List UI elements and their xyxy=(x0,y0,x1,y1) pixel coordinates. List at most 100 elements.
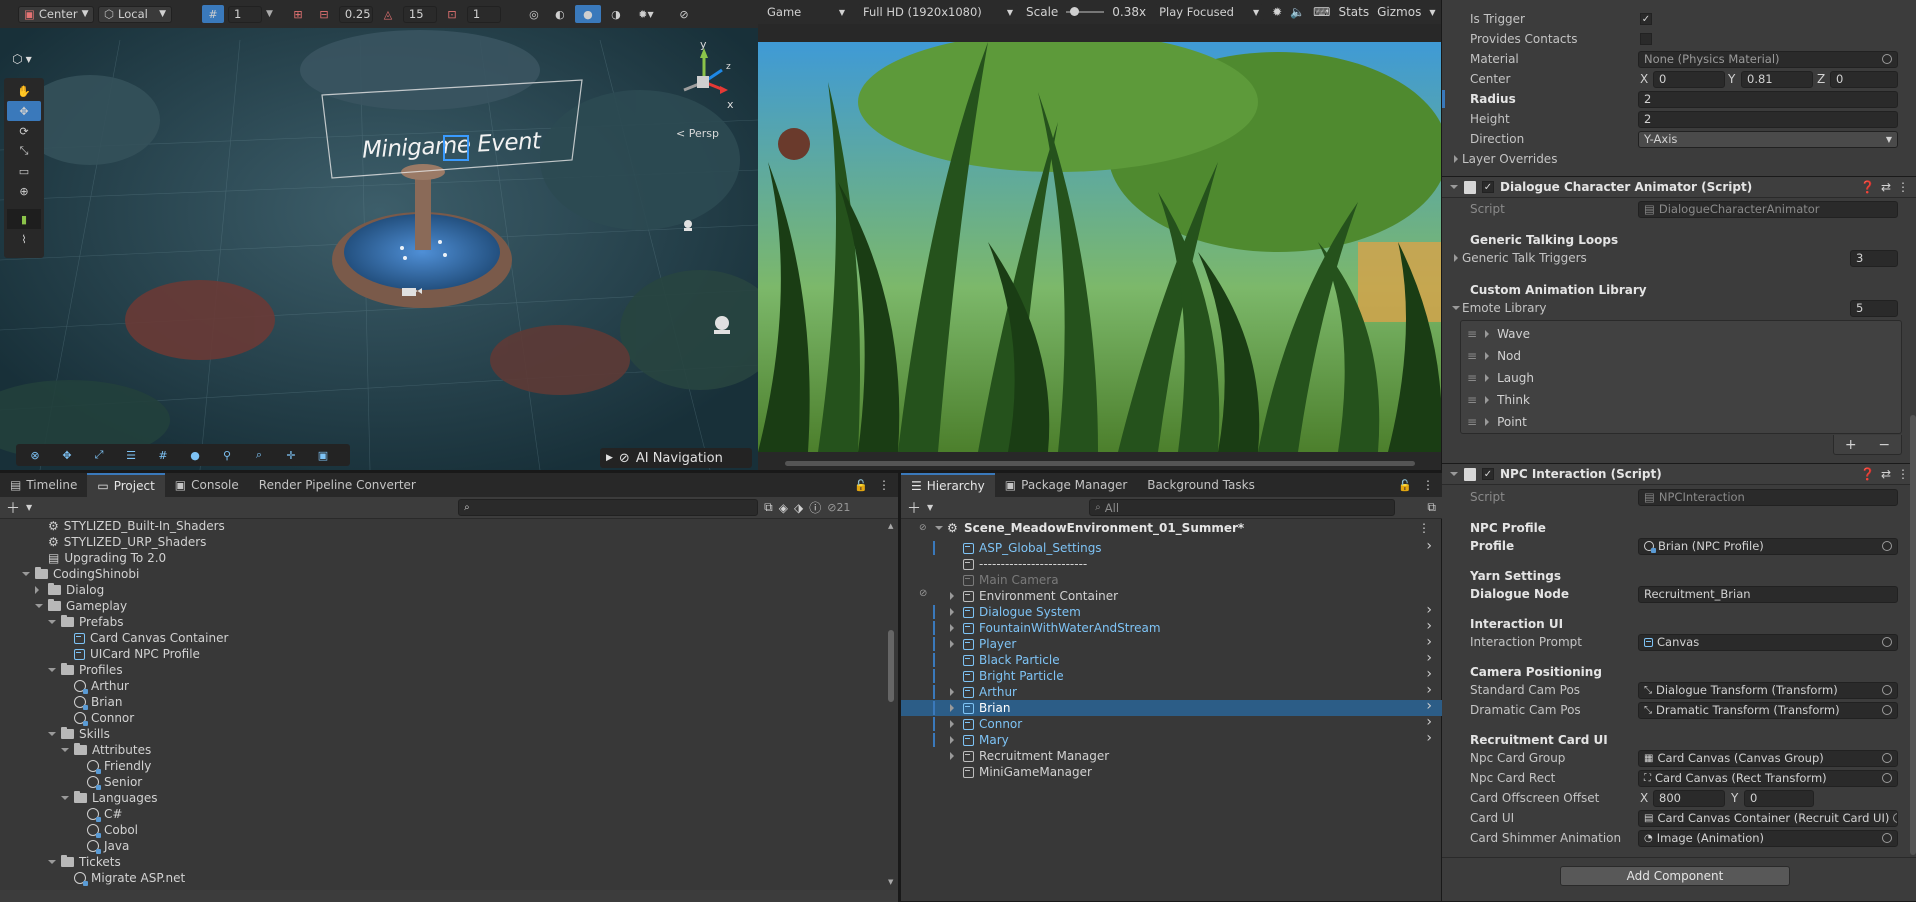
drag-handle-icon[interactable]: ≡ xyxy=(1467,327,1477,341)
project-search-input[interactable]: ⌕ xyxy=(458,499,759,516)
scale-snap-field[interactable]: 1 xyxy=(466,5,501,23)
expand-arrow-icon[interactable] xyxy=(35,586,43,594)
create-button[interactable]: ＋ xyxy=(6,498,20,518)
lighting-toggle[interactable]: ● xyxy=(574,5,601,23)
lock-icon[interactable]: 🔓 xyxy=(854,479,868,492)
expand-arrow-icon[interactable] xyxy=(950,624,958,632)
nav-tool-7[interactable]: ⚲ xyxy=(212,446,242,464)
drag-handle-icon[interactable]: ≡ xyxy=(1467,393,1477,407)
profile-field[interactable]: Brian (NPC Profile) xyxy=(1638,537,1898,555)
hierarchy-item[interactable]: MiniGameManager xyxy=(950,764,1092,780)
nav-tool-1[interactable]: ⊗ xyxy=(20,446,50,464)
hierarchy-item[interactable]: Connor xyxy=(950,716,1022,732)
open-prefab-arrow-icon[interactable]: › xyxy=(1426,618,1432,634)
expand-arrow-icon[interactable] xyxy=(950,752,958,760)
offset-x-field[interactable]: 800 xyxy=(1653,789,1725,807)
scene-header-row[interactable]: ⊘ ⚙ Scene_MeadowEnvironment_01_Summer* ⋮ xyxy=(901,519,1442,536)
rotate-snap-field[interactable]: 15 xyxy=(402,5,437,23)
open-prefab-arrow-icon[interactable]: › xyxy=(1426,682,1432,698)
collapse-arrow-icon[interactable] xyxy=(48,668,56,672)
expand-arrow-icon[interactable] xyxy=(950,592,958,600)
projection-label[interactable]: < Persp xyxy=(676,127,719,140)
npc-interaction-header[interactable]: ✓ NPC Interaction (Script) ❓ ⇄ ⋮ xyxy=(1442,463,1916,485)
lock-icon[interactable]: 🔓 xyxy=(1398,479,1412,492)
layer-overrides-row[interactable]: Layer Overrides xyxy=(1442,150,1916,168)
frame-debug-icon[interactable]: ✹ xyxy=(1272,5,1282,19)
rotate-tool-button[interactable]: ⟳ xyxy=(7,121,41,141)
project-item[interactable]: Attributes xyxy=(61,742,151,758)
hierarchy-item[interactable]: Brian xyxy=(950,700,1010,716)
dialogue-node-field[interactable]: Recruitment_Brian xyxy=(1638,585,1898,603)
chevron-down-icon[interactable]: ▼ xyxy=(927,503,933,512)
help-icon[interactable]: ❓ xyxy=(1860,180,1875,194)
add-component-button[interactable]: Add Component xyxy=(1560,866,1790,886)
nav-tool-9[interactable]: ✛ xyxy=(276,446,306,464)
object-picker-icon[interactable] xyxy=(1882,637,1892,647)
hierarchy-search-input[interactable]: ⌕ All xyxy=(1089,499,1396,516)
project-item[interactable]: UICard NPC Profile xyxy=(61,646,200,662)
space-mode-dropdown[interactable]: ⬡ Local ▼ xyxy=(98,5,172,23)
play-mode-dropdown[interactable]: Play Focused ▼ xyxy=(1154,3,1265,21)
object-picker-icon[interactable] xyxy=(1893,813,1897,823)
drag-handle-icon[interactable]: ≡ xyxy=(1467,371,1477,385)
center-x-field[interactable]: 0 xyxy=(1653,70,1725,88)
nav-tool-6[interactable]: ● xyxy=(180,446,210,464)
chevron-down-icon[interactable]: ▼ xyxy=(1429,8,1435,17)
audio-toggle[interactable]: ◑ xyxy=(605,5,627,23)
scene-view[interactable]: y x z < Persp Minigame Event xyxy=(0,0,758,470)
tab-console[interactable]: ▣ Console xyxy=(165,473,249,497)
hierarchy-item[interactable]: Recruitment Manager xyxy=(950,748,1109,764)
resolution-dropdown[interactable]: Full HD (1920x1080) ▼ xyxy=(858,3,1018,21)
generic-triggers-count-field[interactable]: 3 xyxy=(1850,249,1898,267)
project-item[interactable]: Friendly xyxy=(74,758,151,774)
effects-dropdown[interactable]: ✹ ▼ xyxy=(631,5,661,23)
interaction-prompt-field[interactable]: Canvas xyxy=(1638,633,1898,651)
more-menu-icon[interactable]: ⋮ xyxy=(1422,478,1434,492)
is-trigger-checkbox[interactable]: ✓ xyxy=(1640,13,1652,25)
grid-size-field[interactable]: 1 xyxy=(228,5,262,23)
standard-cam-field[interactable]: ⤡ Dialogue Transform (Transform) xyxy=(1638,681,1898,699)
add-element-button[interactable]: + xyxy=(1845,437,1857,453)
scale-tool-button[interactable]: ⤡ xyxy=(7,141,41,161)
move-snap-button[interactable]: ⊟ xyxy=(313,5,335,23)
info-icon[interactable]: ⓘ xyxy=(809,499,821,516)
project-item[interactable]: ⚙ STYLIZED_Built-In_Shaders xyxy=(35,520,225,534)
object-picker-icon[interactable] xyxy=(1882,541,1892,551)
collapse-arrow-icon[interactable] xyxy=(48,732,56,736)
emote-library-row[interactable]: Emote Library 5 xyxy=(1442,299,1916,317)
chevron-down-icon[interactable]: ▼ xyxy=(26,503,32,512)
emote-item[interactable]: ≡ Laugh xyxy=(1461,369,1534,387)
spline-tool-button[interactable]: ⌇ xyxy=(7,229,41,249)
nav-tool-3[interactable]: ⤢ xyxy=(84,446,114,464)
snap-increment-button[interactable]: ⊞ xyxy=(287,5,309,23)
more-menu-icon[interactable]: ⋮ xyxy=(878,478,890,492)
open-prefab-arrow-icon[interactable]: › xyxy=(1426,714,1432,730)
tab-project[interactable]: ▭ Project xyxy=(87,473,165,497)
expand-arrow-icon[interactable] xyxy=(950,704,958,712)
emote-item[interactable]: ≡ Wave xyxy=(1461,325,1530,343)
project-item[interactable]: ▤ Upgrading To 2.0 xyxy=(35,550,166,566)
animator-script-field[interactable]: ▤ DialogueCharacterAnimator xyxy=(1638,200,1898,218)
open-prefab-arrow-icon[interactable]: › xyxy=(1426,650,1432,666)
expand-arrow-icon[interactable] xyxy=(950,688,958,696)
chevron-down-icon[interactable]: ▼ xyxy=(266,9,273,19)
open-prefab-arrow-icon[interactable]: › xyxy=(1426,698,1432,714)
hierarchy-item[interactable]: Arthur xyxy=(950,684,1017,700)
generic-triggers-row[interactable]: Generic Talk Triggers 3 xyxy=(1442,249,1916,267)
more-menu-icon[interactable]: ⋮ xyxy=(1418,521,1430,535)
tab-background-tasks[interactable]: Background Tasks xyxy=(1137,473,1265,497)
more-menu-icon[interactable]: ⋮ xyxy=(1897,180,1909,194)
scale-slider[interactable] xyxy=(1066,7,1105,16)
more-menu-icon[interactable]: ⋮ xyxy=(1897,467,1909,481)
2d-toggle[interactable]: ◐ xyxy=(549,5,571,23)
project-item[interactable]: CodingShinobi xyxy=(22,566,139,582)
radius-field[interactable]: 2 xyxy=(1638,90,1898,108)
expand-arrow-icon[interactable] xyxy=(950,736,958,744)
hierarchy-item[interactable]: Player xyxy=(950,636,1016,652)
collapse-arrow-icon[interactable] xyxy=(61,748,69,752)
card-group-field[interactable]: ▦ Card Canvas (Canvas Group) xyxy=(1638,749,1898,767)
display-dropdown[interactable]: Game ▼ xyxy=(762,3,850,21)
open-prefab-arrow-icon[interactable]: › xyxy=(1426,538,1432,554)
scene-visibility-icon[interactable]: ⧉ xyxy=(1427,500,1436,515)
project-scrollbar[interactable]: ▲ ▼ xyxy=(886,520,896,890)
